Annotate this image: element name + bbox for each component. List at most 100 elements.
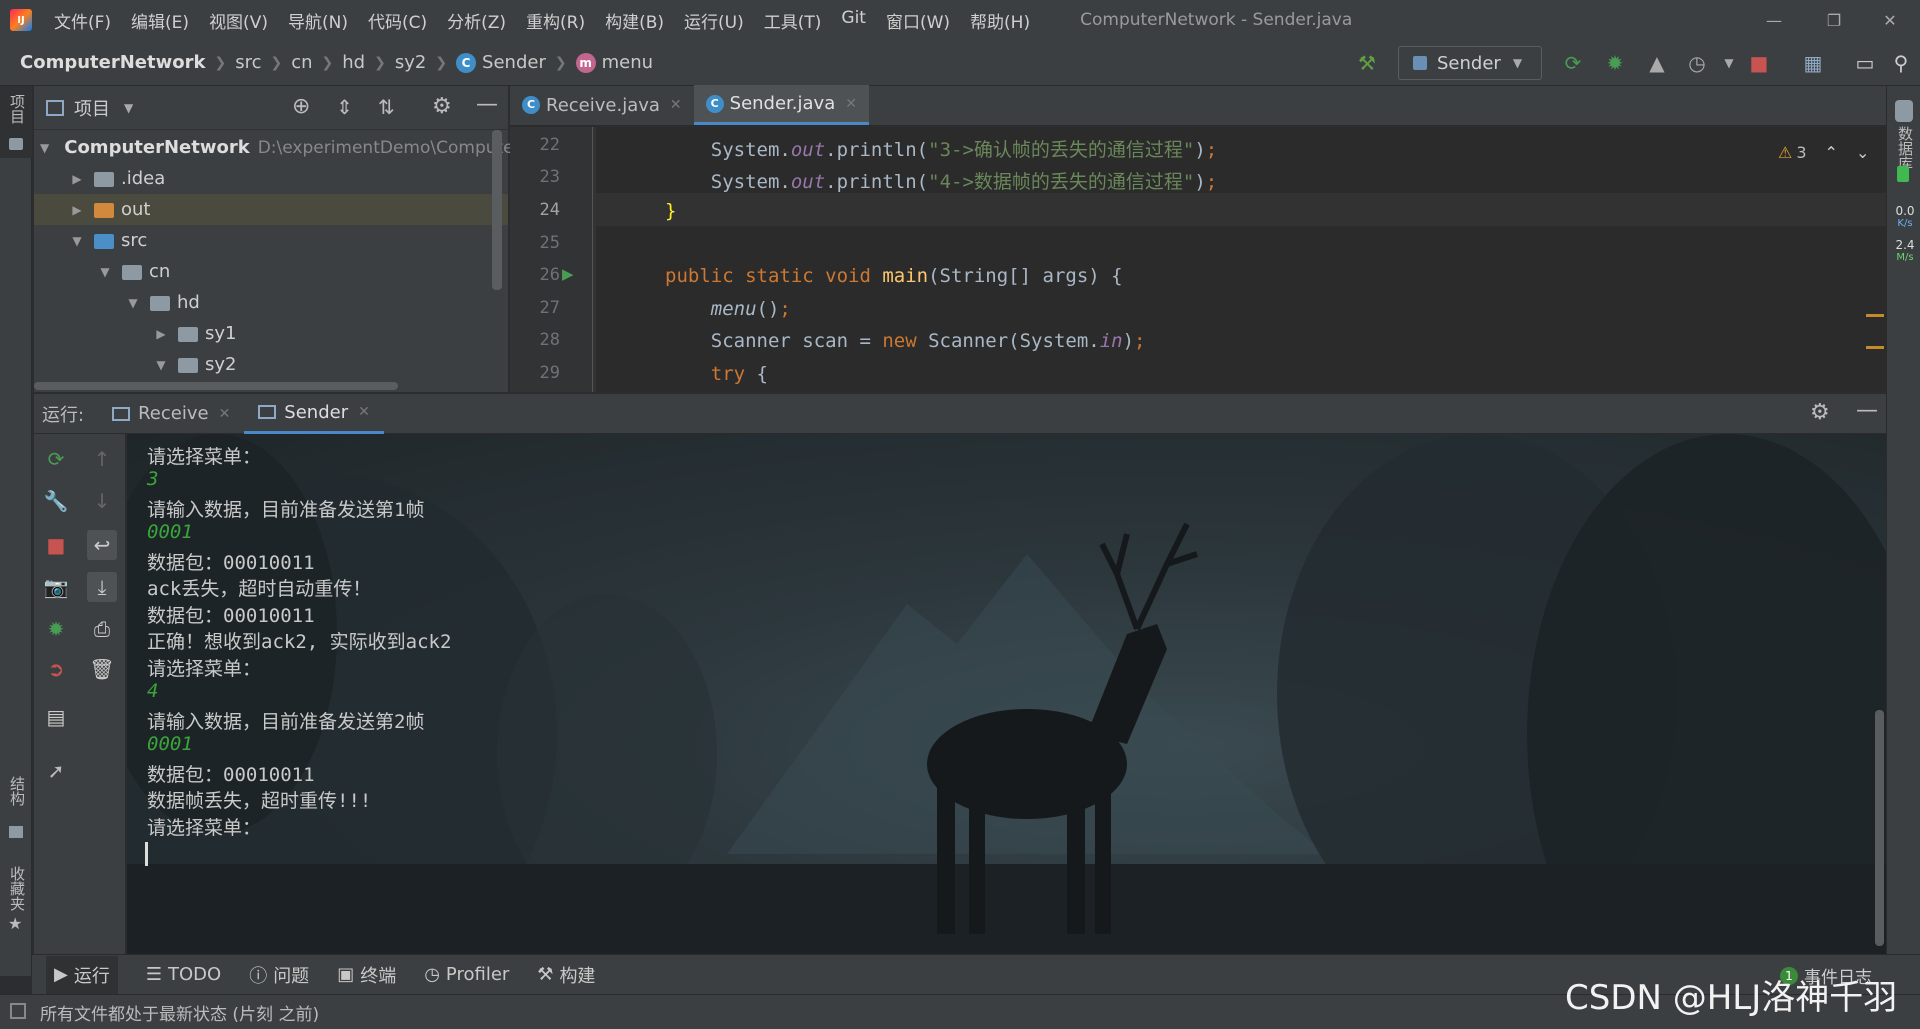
bottom-tab-profiler[interactable]: ◷ Profiler xyxy=(424,964,509,985)
tree-item-project-root[interactable]: ▼ ComputerNetwork D:\experimentDemo\Comp… xyxy=(34,132,514,163)
bottom-tab-build[interactable]: ⚒ 构建 xyxy=(537,962,595,988)
camera-icon[interactable]: 📷 xyxy=(41,572,71,602)
structure-tool-label[interactable]: 结构 xyxy=(7,776,28,806)
arrow-down-icon[interactable]: ↓ xyxy=(87,486,117,516)
run-tab-receive[interactable]: Receive ✕ xyxy=(98,394,244,434)
tree-item-src[interactable]: ▼ src xyxy=(34,225,508,256)
breadcrumb-hd[interactable]: hd xyxy=(342,52,365,73)
profile-icon[interactable]: ◷ xyxy=(1684,50,1710,76)
project-tool-label[interactable]: 项目 xyxy=(7,94,28,124)
menu-help[interactable]: 帮助(H) xyxy=(960,8,1040,33)
coverage-icon[interactable]: ▲ xyxy=(1644,50,1670,76)
debug-bug-icon[interactable]: ✹ xyxy=(1602,50,1628,76)
run-configuration-select[interactable]: Sender ▼ xyxy=(1398,46,1542,80)
menu-run[interactable]: 运行(U) xyxy=(674,8,754,33)
project-panel-title[interactable]: 项目 xyxy=(74,95,110,121)
tool-windows-icon[interactable] xyxy=(10,1003,26,1019)
collapse-all-icon[interactable]: ⇅ xyxy=(378,95,395,119)
console-scrollbar[interactable] xyxy=(1875,710,1884,946)
terminal-window-icon[interactable]: ▭ xyxy=(1852,50,1878,76)
locate-file-icon[interactable]: ⊕ xyxy=(292,94,310,119)
close-tab-icon[interactable]: ✕ xyxy=(845,96,857,112)
collapsed-arrow-icon[interactable]: ▶ xyxy=(68,172,86,186)
breadcrumb-cn[interactable]: cn xyxy=(291,52,312,73)
menu-file[interactable]: 文件(F) xyxy=(44,8,121,33)
wrench-icon[interactable]: 🔧 xyxy=(41,486,71,516)
breadcrumb-src[interactable]: src xyxy=(235,52,261,73)
layout-icon[interactable]: ▤ xyxy=(41,702,71,732)
debug-bug-icon[interactable]: ✹ xyxy=(41,614,71,644)
tree-item-sy1[interactable]: ▶ sy1 xyxy=(34,318,508,349)
tree-item-out[interactable]: ▶ out xyxy=(34,194,508,225)
hide-panel-icon[interactable]: — xyxy=(1856,398,1878,423)
inspection-widget[interactable]: ⚠ 3 ⌃ ⌄ xyxy=(1778,143,1869,162)
database-tool-label[interactable]: 数据库 xyxy=(1895,126,1916,171)
chevron-down-icon[interactable]: ▼ xyxy=(124,101,133,115)
tree-item-sy2[interactable]: ▼ sy2 xyxy=(34,349,508,380)
collapsed-arrow-icon[interactable]: ▶ xyxy=(68,203,86,217)
bottom-tab-run[interactable]: ▶ 运行 xyxy=(46,955,118,994)
gear-icon[interactable]: ⚙ xyxy=(1810,400,1830,425)
console-output[interactable]: 请选择菜单： 3 请输入数据，目前准备发送第1帧 0001 数据包：000100… xyxy=(127,434,1886,954)
menu-git[interactable]: Git xyxy=(831,8,876,33)
menu-edit[interactable]: 编辑(E) xyxy=(121,8,199,33)
menu-refactor[interactable]: 重构(R) xyxy=(516,8,595,33)
project-structure-icon[interactable]: ▦ xyxy=(1800,50,1826,76)
close-tab-icon[interactable]: ✕ xyxy=(670,97,682,113)
minimize-icon[interactable]: — xyxy=(1746,0,1802,40)
bottom-tab-problems[interactable]: ⓘ 问题 xyxy=(249,962,309,988)
stop-icon[interactable]: ■ xyxy=(41,530,71,560)
project-horizontal-scrollbar[interactable] xyxy=(34,382,398,390)
gear-icon[interactable]: ⚙ xyxy=(432,94,452,119)
menu-window[interactable]: 窗口(W) xyxy=(876,8,960,33)
menu-code[interactable]: 代码(C) xyxy=(358,8,437,33)
trash-icon[interactable]: 🗑 xyxy=(87,654,117,684)
search-icon[interactable]: ⚲ xyxy=(1888,50,1914,76)
expanded-arrow-icon[interactable]: ▼ xyxy=(152,358,170,372)
menu-navigate[interactable]: 导航(N) xyxy=(278,8,358,33)
stop-icon[interactable]: ■ xyxy=(1746,50,1772,76)
code-editor[interactable]: 22 23 24 25 26 27 28 29 ▶ System.out.pri… xyxy=(510,127,1886,392)
run-tab-sender[interactable]: Sender ✕ xyxy=(244,394,384,434)
tree-item-idea[interactable]: ▶ .idea xyxy=(34,163,508,194)
expanded-arrow-icon[interactable]: ▼ xyxy=(68,234,86,248)
restore-icon[interactable]: ❐ xyxy=(1806,0,1862,40)
pin-icon[interactable]: ➚ xyxy=(41,756,71,786)
expanded-arrow-icon[interactable]: ▼ xyxy=(124,296,142,310)
favorites-tool-label[interactable]: 收藏夹 xyxy=(7,866,28,911)
menu-tools[interactable]: 工具(T) xyxy=(754,8,832,33)
next-highlight-icon[interactable]: ⌄ xyxy=(1856,143,1869,162)
menu-view[interactable]: 视图(V) xyxy=(199,8,278,33)
arrow-up-icon[interactable]: ↑ xyxy=(87,444,117,474)
close-icon[interactable]: ✕ xyxy=(1862,0,1918,40)
expanded-arrow-icon[interactable]: ▼ xyxy=(96,265,114,279)
bottom-tab-todo[interactable]: ☰ TODO xyxy=(146,964,221,985)
profile-dropdown-icon[interactable]: ▼ xyxy=(1716,50,1742,76)
rerun-icon[interactable]: ⟳ xyxy=(1560,50,1586,76)
hide-panel-icon[interactable]: — xyxy=(476,92,498,117)
rerun-icon[interactable]: ⟳ xyxy=(41,444,71,474)
expanded-arrow-icon[interactable]: ▼ xyxy=(40,141,49,155)
warning-stripe[interactable] xyxy=(1866,314,1884,317)
scroll-to-end-icon[interactable]: ⤓ xyxy=(87,572,117,602)
expand-all-icon[interactable]: ⇕ xyxy=(336,95,353,119)
bottom-tab-terminal[interactable]: ▣ 终端 xyxy=(337,962,396,988)
menu-analyze[interactable]: 分析(Z) xyxy=(437,8,516,33)
tab-receive-java[interactable]: C Receive.java ✕ xyxy=(510,85,694,125)
tree-item-cn[interactable]: ▼ cn xyxy=(34,256,508,287)
tab-sender-java[interactable]: C Sender.java ✕ xyxy=(693,85,869,125)
breadcrumb-sender[interactable]: Sender xyxy=(482,52,546,73)
print-icon[interactable]: ⎙ xyxy=(87,614,117,644)
breadcrumb-menu[interactable]: menu xyxy=(602,52,653,73)
run-gutter-icon[interactable]: ▶ xyxy=(562,265,574,283)
warning-stripe[interactable] xyxy=(1866,346,1884,349)
soft-wrap-icon[interactable]: ↩ xyxy=(87,530,117,560)
menu-build[interactable]: 构建(B) xyxy=(595,8,674,33)
close-tab-icon[interactable]: ✕ xyxy=(358,404,370,420)
breadcrumb-project[interactable]: ComputerNetwork xyxy=(20,52,205,73)
breadcrumb-sy2[interactable]: sy2 xyxy=(395,52,426,73)
build-hammer-icon[interactable]: ⚒ xyxy=(1354,50,1380,76)
tree-item-hd[interactable]: ▼ hd xyxy=(34,287,508,318)
collapsed-arrow-icon[interactable]: ▶ xyxy=(152,327,170,341)
close-tab-icon[interactable]: ✕ xyxy=(219,406,231,422)
